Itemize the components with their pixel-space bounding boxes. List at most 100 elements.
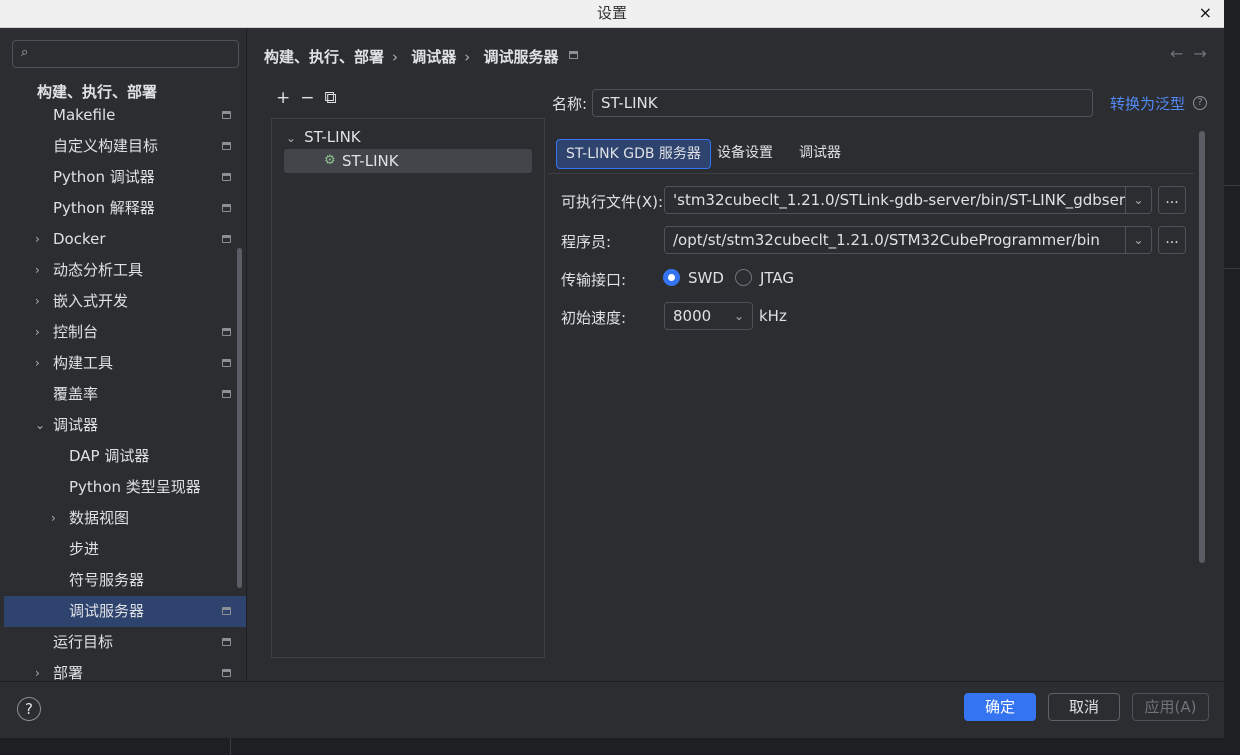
speed-unit: kHz (759, 307, 787, 325)
browse-executable-button[interactable]: ... (1158, 186, 1186, 214)
sidebar-item-label: DAP 调试器 (69, 447, 150, 465)
help-icon[interactable]: ? (1193, 96, 1207, 110)
convert-to-generic-link[interactable]: 转换为泛型 (1110, 93, 1185, 114)
sidebar: ⌕ 构建、执行、部署 Makefile 自定义构建目标 Python 调试器 Pyth… (4, 28, 247, 681)
sidebar-item[interactable]: Makefile (4, 100, 246, 131)
executable-combo[interactable]: 'stm32cubeclt_1.21.0/STLink-gdb-server/b… (664, 186, 1152, 214)
pin-icon[interactable] (569, 51, 578, 59)
swd-label[interactable]: SWD (688, 269, 724, 287)
speed-label: 初始速度: (561, 309, 627, 327)
speed-value: 8000 (673, 307, 712, 325)
remove-icon[interactable]: − (300, 88, 314, 108)
programmer-combo[interactable]: /opt/st/stm32cubeclt_1.21.0/STM32CubePro… (664, 226, 1152, 254)
speed-combo[interactable]: 8000 ⌄ (664, 302, 753, 330)
sidebar-item-label: 嵌入式开发 (53, 292, 129, 310)
history-nav: ← → (1170, 44, 1217, 63)
help-button[interactable]: ? (17, 697, 41, 721)
sidebar-item-label: 符号服务器 (69, 571, 145, 589)
tab-divider (548, 173, 1194, 174)
pin-icon (222, 142, 231, 150)
sidebar-scrollbar[interactable] (237, 248, 242, 588)
pin-icon (222, 638, 231, 646)
server-group-label: ST-LINK (304, 128, 361, 146)
sidebar-item[interactable]: › 部署 (4, 658, 246, 681)
server-group[interactable]: ⌄ ST-LINK (286, 125, 361, 149)
executable-value: 'stm32cubeclt_1.21.0/STLink-gdb-server/b… (673, 191, 1150, 209)
pin-icon (222, 204, 231, 212)
sidebar-item[interactable]: 调试服务器 (4, 596, 246, 627)
swd-radio[interactable] (663, 269, 680, 286)
back-arrow-icon[interactable]: ← (1170, 44, 1183, 63)
name-label: 名称: (552, 95, 588, 113)
sidebar-item[interactable]: 自定义构建目标 (4, 131, 246, 162)
cancel-button[interactable]: 取消 (1048, 693, 1120, 721)
chevron-down-icon[interactable]: ⌄ (35, 410, 45, 441)
sidebar-section-title: 构建、执行、部署 (37, 83, 158, 101)
chevron-right-icon[interactable]: › (51, 503, 56, 534)
chevron-right-icon[interactable]: › (35, 348, 40, 379)
breadcrumb-item[interactable]: 构建、执行、部署 (264, 48, 384, 66)
pin-icon (222, 235, 231, 243)
sidebar-item[interactable]: Python 解释器 (4, 193, 246, 224)
chevron-down-icon[interactable]: ⌄ (726, 303, 752, 329)
sidebar-item[interactable]: 覆盖率 (4, 379, 246, 410)
sidebar-item[interactable]: Python 类型呈现器 (4, 472, 246, 503)
add-icon[interactable]: + (276, 88, 290, 108)
sidebar-item[interactable]: 运行目标 (4, 627, 246, 658)
jtag-label[interactable]: JTAG (760, 269, 794, 287)
tab-device-settings[interactable]: 设备设置 (708, 139, 782, 169)
sidebar-item[interactable]: DAP 调试器 (4, 441, 246, 472)
ok-button[interactable]: 确定 (964, 693, 1036, 721)
sidebar-item-label: 覆盖率 (53, 385, 99, 403)
window-title: 设置 (596, 4, 627, 22)
sidebar-item[interactable]: Python 调试器 (4, 162, 246, 193)
tab-debugger[interactable]: 调试器 (790, 139, 850, 169)
pin-icon (222, 607, 231, 615)
close-icon[interactable]: × (1199, 0, 1212, 26)
chevron-right-icon[interactable]: › (35, 224, 40, 255)
sidebar-item[interactable]: › 控制台 (4, 317, 246, 348)
chevron-right-icon[interactable]: › (35, 255, 40, 286)
chevron-down-icon[interactable]: ⌄ (1125, 227, 1151, 253)
jtag-radio[interactable] (735, 269, 752, 286)
sidebar-item-label: 构建工具 (53, 354, 114, 372)
sidebar-item-label: 调试器 (53, 416, 99, 434)
sidebar-item-label: 数据视图 (69, 509, 130, 527)
sidebar-item-label: 步进 (69, 540, 100, 558)
config-scrollbar[interactable] (1199, 131, 1205, 563)
programmer-label: 程序员: (561, 233, 612, 251)
window-titlebar: 设置 × (0, 0, 1224, 28)
programmer-value: /opt/st/stm32cubeclt_1.21.0/STM32CubePro… (673, 231, 1100, 249)
chevron-down-icon[interactable]: ⌄ (1125, 187, 1151, 213)
copy-icon[interactable]: ⧉ (325, 88, 337, 108)
chevron-right-icon[interactable]: › (35, 286, 40, 317)
breadcrumb-separator: › (392, 48, 399, 66)
name-field[interactable]: ST-LINK (592, 89, 1093, 117)
sidebar-item[interactable]: 符号服务器 (4, 565, 246, 596)
chevron-right-icon[interactable]: › (35, 317, 40, 348)
breadcrumb-item: 调试服务器 (483, 48, 559, 66)
sidebar-item[interactable]: › 构建工具 (4, 348, 246, 379)
sidebar-item[interactable]: 步进 (4, 534, 246, 565)
sidebar-item[interactable]: › Docker (4, 224, 246, 255)
sidebar-item[interactable]: ⌄ 调试器 (4, 410, 246, 441)
server-item-label: ST-LINK (342, 152, 399, 170)
sidebar-item[interactable]: › 动态分析工具 (4, 255, 246, 286)
server-list-item[interactable]: ⚙ ST-LINK (284, 149, 532, 173)
breadcrumb-item[interactable]: 调试器 (411, 48, 456, 66)
sidebar-item-label: 部署 (53, 664, 84, 681)
sidebar-item-label: Makefile (53, 106, 116, 124)
search-input[interactable]: ⌕ (12, 40, 239, 68)
pin-icon (222, 390, 231, 398)
apply-button[interactable]: 应用(A) (1132, 693, 1209, 721)
sidebar-item-label: 运行目标 (53, 633, 114, 651)
forward-arrow-icon[interactable]: → (1193, 44, 1206, 63)
sidebar-item[interactable]: › 嵌入式开发 (4, 286, 246, 317)
chevron-right-icon[interactable]: › (35, 658, 40, 681)
chevron-down-icon: ⌄ (286, 131, 297, 145)
sidebar-item[interactable]: › 数据视图 (4, 503, 246, 534)
pin-icon (222, 111, 231, 119)
browse-programmer-button[interactable]: ... (1158, 226, 1186, 254)
background-editor-edge (1224, 0, 1240, 755)
tab-gdb-server[interactable]: ST-LINK GDB 服务器 (556, 139, 711, 169)
